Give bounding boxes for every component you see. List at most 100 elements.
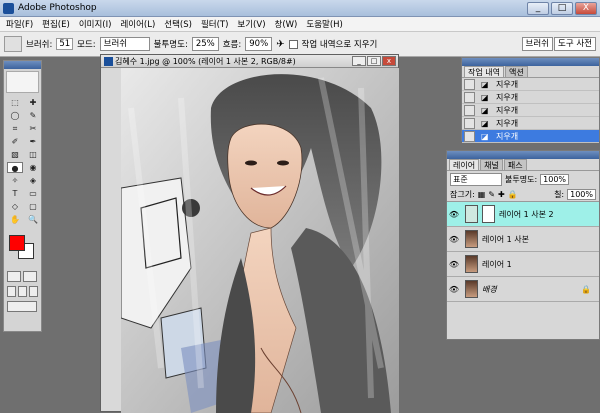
layer-row[interactable]: 👁 배경 🔒 xyxy=(447,277,599,302)
menu-help[interactable]: 도움말(H) xyxy=(306,18,342,30)
menu-window[interactable]: 창(W) xyxy=(275,18,298,30)
fill-input[interactable]: 100% xyxy=(567,189,596,200)
history-source-checkbox[interactable] xyxy=(464,78,475,90)
blur-tool-icon[interactable]: ✧ xyxy=(7,175,23,186)
tab-layers[interactable]: 레이어 xyxy=(449,159,480,170)
layer-row[interactable]: 👁 레이어 1 xyxy=(447,252,599,277)
crop-tool-icon[interactable]: ⌗ xyxy=(7,123,23,134)
lock-position-icon[interactable]: ✚ xyxy=(498,190,505,199)
history-label: 지우개 xyxy=(496,79,519,89)
app-title: Adobe Photoshop xyxy=(18,3,97,13)
eraser-tool-preset-icon[interactable] xyxy=(4,36,22,52)
layer-opacity-input[interactable]: 100% xyxy=(540,174,570,185)
menu-layer[interactable]: 레이어(L) xyxy=(120,18,155,30)
fill-label: 칠: xyxy=(554,190,565,199)
history-row[interactable]: ◪ 지우개 xyxy=(462,117,599,130)
document-title: 김혜수 1.jpg @ 100% (레이어 1 사본 2, RGB/8#) xyxy=(115,57,296,66)
brush-tool-icon[interactable]: ✒ xyxy=(25,136,41,147)
tab-actions[interactable]: 액션 xyxy=(504,66,528,77)
mode-select[interactable]: 브러쉬 xyxy=(99,37,150,51)
history-row[interactable]: ◪ 지우개 xyxy=(462,91,599,104)
path-select-tool-icon[interactable]: ▭ xyxy=(25,188,41,199)
menu-file[interactable]: 파일(F) xyxy=(6,18,33,30)
close-button[interactable]: X xyxy=(575,2,597,15)
blend-mode-select[interactable]: 표준 xyxy=(450,173,502,186)
hand-tool-icon[interactable]: ✋ xyxy=(7,214,23,225)
flow-label: 흐름: xyxy=(222,40,242,50)
eraser-tool-icon[interactable]: ● xyxy=(7,162,23,173)
menu-image[interactable]: 이미지(I) xyxy=(79,18,112,30)
screen-mode-standard-icon[interactable] xyxy=(7,286,16,297)
airbrush-icon[interactable]: ✈ xyxy=(276,39,284,50)
tab-tool-presets[interactable]: 도구 사전 xyxy=(554,37,596,51)
layer-name: 배경 xyxy=(482,284,497,294)
toolbox-header[interactable] xyxy=(4,61,41,69)
layer-mask-thumbnail[interactable] xyxy=(482,205,495,223)
foreground-color-swatch[interactable] xyxy=(9,235,25,251)
layer-name: 레이어 1 xyxy=(482,259,512,269)
menu-edit[interactable]: 편집(E) xyxy=(42,18,70,30)
history-row-selected[interactable]: ◪ 지우개 xyxy=(462,130,599,143)
lock-pixels-icon[interactable]: ✎ xyxy=(488,190,495,199)
document-titlebar[interactable]: 김혜수 1.jpg @ 100% (레이어 1 사본 2, RGB/8#) _ … xyxy=(101,55,398,68)
history-source-checkbox[interactable] xyxy=(464,130,475,142)
brush-size[interactable]: 51 xyxy=(56,38,74,50)
tab-paths[interactable]: 패스 xyxy=(503,159,527,170)
history-source-checkbox[interactable] xyxy=(464,91,475,103)
flow-input[interactable]: 90% xyxy=(245,37,273,51)
screen-mode-full-black-icon[interactable] xyxy=(29,286,38,297)
lock-label: 잠그기: xyxy=(450,190,475,199)
history-panel-header[interactable] xyxy=(462,58,599,66)
tab-brushes[interactable]: 브러쉬 xyxy=(521,37,554,51)
marquee-tool-icon[interactable]: ⬚ xyxy=(7,97,23,108)
visibility-eye-icon[interactable]: 👁 xyxy=(447,235,461,244)
brush-label: 브러쉬: xyxy=(26,40,53,50)
menu-select[interactable]: 선택(S) xyxy=(164,18,192,30)
tab-history[interactable]: 작업 내역 xyxy=(464,66,504,77)
history-source-checkbox[interactable] xyxy=(464,104,475,116)
screen-mode-full-icon[interactable] xyxy=(18,286,27,297)
opacity-input[interactable]: 25% xyxy=(191,37,219,51)
move-tool-icon[interactable]: ✚ xyxy=(25,97,41,108)
lasso-tool-icon[interactable]: ◯ xyxy=(7,110,23,121)
erase-to-history-checkbox[interactable] xyxy=(288,39,298,49)
document-close-button[interactable]: x xyxy=(382,56,396,66)
visibility-eye-icon[interactable]: 👁 xyxy=(447,285,461,294)
eraser-icon: ◪ xyxy=(481,131,489,141)
shape-tool-icon[interactable]: ▢ xyxy=(25,201,41,212)
adobe-feather-logo[interactable] xyxy=(6,71,39,93)
quick-mask-icon[interactable] xyxy=(23,271,37,282)
history-source-checkbox[interactable] xyxy=(464,117,475,129)
layer-row[interactable]: 👁 레이어 1 사본 xyxy=(447,227,599,252)
type-tool-icon[interactable]: T xyxy=(7,188,23,199)
jump-to-imageready-icon[interactable] xyxy=(7,301,37,312)
layer-row-selected[interactable]: 👁 레이어 1 사본 2 xyxy=(447,202,599,227)
dodge-tool-icon[interactable]: ◈ xyxy=(25,175,41,186)
tab-channels[interactable]: 채널 xyxy=(480,159,503,170)
slice-tool-icon[interactable]: ✂ xyxy=(25,123,41,134)
document-maximize-button[interactable]: □ xyxy=(367,56,381,66)
healing-brush-tool-icon[interactable]: ✐ xyxy=(7,136,23,147)
maximize-button[interactable]: □ xyxy=(551,2,573,15)
image-canvas[interactable] xyxy=(121,68,399,413)
visibility-eye-icon[interactable]: 👁 xyxy=(447,260,461,269)
standard-mode-icon[interactable] xyxy=(7,271,21,282)
stamp-tool-icon[interactable]: ▧ xyxy=(7,149,23,160)
visibility-eye-icon[interactable]: 👁 xyxy=(447,210,461,219)
pen-tool-icon[interactable]: ◇ xyxy=(7,201,23,212)
magic-wand-tool-icon[interactable]: ✎ xyxy=(25,110,41,121)
gradient-tool-icon[interactable]: ◉ xyxy=(25,162,41,173)
layers-panel-header[interactable] xyxy=(447,151,599,159)
menu-view[interactable]: 보기(V) xyxy=(237,18,265,30)
menu-filter[interactable]: 필터(T) xyxy=(201,18,228,30)
document-minimize-button[interactable]: _ xyxy=(352,56,366,66)
lock-all-icon[interactable]: 🔒 xyxy=(508,190,518,199)
history-row[interactable]: ◪ 지우개 xyxy=(462,78,599,91)
photoshop-app-icon xyxy=(3,3,14,14)
layer-thumbnail xyxy=(465,205,478,223)
history-brush-tool-icon[interactable]: ◫ xyxy=(25,149,41,160)
lock-transparency-icon[interactable]: ▦ xyxy=(478,190,486,199)
history-row[interactable]: ◪ 지우개 xyxy=(462,104,599,117)
minimize-button[interactable]: _ xyxy=(527,2,549,15)
zoom-tool-icon[interactable]: 🔍 xyxy=(25,214,41,225)
